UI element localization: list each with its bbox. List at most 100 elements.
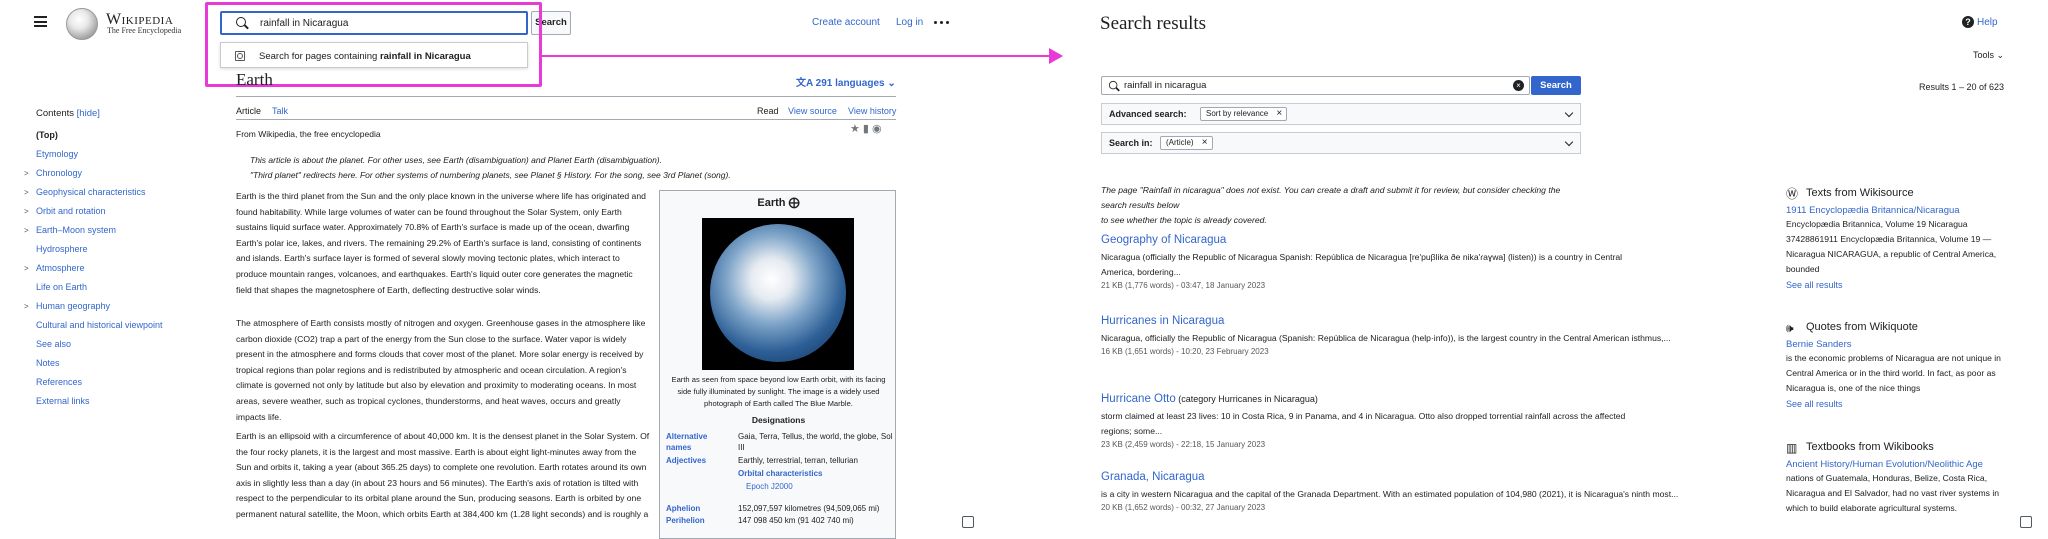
toc-item[interactable]: Notes bbox=[36, 354, 163, 373]
chevron-right-icon[interactable]: > bbox=[24, 202, 29, 221]
expand-icon[interactable] bbox=[2020, 516, 2032, 528]
chevron-right-icon[interactable]: > bbox=[24, 183, 29, 202]
page-not-exist-notice: The page "Rainfall in nicaragua" does no… bbox=[1101, 185, 1561, 225]
infobox-key: Adjectives bbox=[666, 456, 707, 465]
sister-project-box: ▥ Textbooks from Wikibooks Ancient History… bbox=[1786, 440, 2006, 516]
tab-read[interactable]: Read bbox=[757, 106, 779, 116]
sister-result-link[interactable]: Bernie Sanders bbox=[1786, 339, 2006, 350]
sort-chip[interactable]: Sort by relevance bbox=[1200, 107, 1288, 121]
sister-project-name: Texts from Wikisource bbox=[1806, 187, 1914, 199]
results-search-input[interactable]: rainfall in nicaragua × bbox=[1101, 76, 1530, 95]
tab-view-source[interactable]: View source bbox=[788, 106, 837, 116]
sister-result-link[interactable]: 1911 Encyclopædia Britannica/Nicaragua bbox=[1786, 205, 2006, 216]
result-meta: 23 KB (2,459 words) - 22:18, 15 January … bbox=[1101, 440, 1266, 449]
clear-icon[interactable]: × bbox=[1513, 80, 1524, 91]
toc-item[interactable]: Hydrosphere bbox=[36, 240, 163, 259]
result-meta: 21 KB (1,776 words) - 03:47, 18 January … bbox=[1101, 281, 1266, 290]
search-result: Granada, Nicaragua is a city in western N… bbox=[1101, 470, 1701, 512]
result-snippet: Nicaragua (officially the Republic of Ni… bbox=[1101, 252, 1623, 277]
sister-project-heading: ▥ Textbooks from Wikibooks bbox=[1786, 440, 2006, 455]
toc-item[interactable]: > Geophysical characteristics bbox=[24, 183, 163, 202]
earth-image[interactable] bbox=[702, 218, 854, 370]
toc-item-label: Hydrosphere bbox=[36, 244, 88, 254]
chevron-down-icon[interactable] bbox=[1564, 137, 1574, 147]
hatnote-2: "Third planet" redirects here. For other… bbox=[250, 170, 731, 180]
infobox-value: Gaia, Terra, Tellus, the world, the glob… bbox=[738, 432, 893, 452]
infobox: Earth ⨁ Earth as seen from space beyond … bbox=[659, 190, 896, 539]
paragraph-1: Earth is the third planet from the Sun a… bbox=[236, 191, 646, 295]
wikibooks-icon: ▥ bbox=[1786, 441, 1798, 455]
sister-project-box: Ⓦ Texts from Wikisource 1911 Encyclopædia … bbox=[1786, 186, 2006, 290]
toc-item[interactable]: Cultural and historical viewpoint bbox=[36, 316, 163, 335]
help-icon[interactable]: ? bbox=[1962, 16, 1974, 28]
result-meta: 20 KB (1,652 words) - 00:32, 27 January … bbox=[1101, 503, 1266, 512]
infobox-value: Earthly, terrestrial, terran, tellurian bbox=[738, 456, 858, 465]
search-result: Hurricane Otto (category Hurricanes in N… bbox=[1101, 392, 1701, 449]
chevron-down-icon[interactable] bbox=[1564, 108, 1574, 118]
result-title[interactable]: Granada, Nicaragua bbox=[1101, 470, 1701, 485]
toc-item[interactable]: Life on Earth bbox=[36, 278, 163, 297]
toc-item[interactable]: Etymology bbox=[36, 145, 163, 164]
annotation-arrow bbox=[542, 55, 1052, 57]
toc-item-label: Etymology bbox=[36, 149, 79, 159]
namespace-chip[interactable]: (Article) bbox=[1160, 136, 1213, 150]
toc-item-label: Notes bbox=[36, 358, 60, 368]
hatnote: This article is about the planet. For ot… bbox=[250, 153, 810, 183]
main-menu-icon[interactable] bbox=[34, 16, 47, 27]
advanced-search-bar[interactable]: Advanced search: Sort by relevance bbox=[1101, 103, 1581, 125]
toc-item[interactable]: > Orbit and rotation bbox=[24, 202, 163, 221]
toc-item[interactable]: See also bbox=[36, 335, 163, 354]
see-all-results-link[interactable]: See all results bbox=[1786, 280, 2006, 290]
toc-item-label: External links bbox=[36, 396, 90, 406]
chevron-right-icon[interactable]: > bbox=[24, 221, 29, 240]
results-search-button[interactable]: Search bbox=[1531, 76, 1581, 95]
tools-menu[interactable]: Tools ⌄ bbox=[1973, 50, 2004, 61]
status-icons: ★ ▮ ◉ bbox=[850, 123, 882, 135]
toc-item[interactable]: > Human geography bbox=[24, 297, 163, 316]
tab-talk[interactable]: Talk bbox=[272, 106, 288, 116]
paragraph-2: The atmosphere of Earth consists mostly … bbox=[236, 318, 646, 422]
sister-result-link[interactable]: Ancient History/Human Evolution/Neolithi… bbox=[1786, 459, 2006, 470]
sister-result-snippet: is the economic problems of Nicaragua ar… bbox=[1786, 353, 2001, 393]
sister-result-snippet: nations of Guatemala, Honduras, Belize, … bbox=[1786, 473, 2000, 513]
see-all-results-link[interactable]: See all results bbox=[1786, 399, 2006, 409]
create-account-link[interactable]: Create account bbox=[812, 17, 880, 28]
infobox-caption: Earth as seen from space beyond low Eart… bbox=[671, 375, 886, 408]
expand-icon[interactable] bbox=[962, 516, 974, 528]
toc-item[interactable]: External links bbox=[36, 392, 163, 411]
toc-item[interactable]: References bbox=[36, 373, 163, 392]
earth-globe-graphic bbox=[710, 224, 846, 362]
sister-project-name: Textbooks from Wikibooks bbox=[1806, 441, 1934, 453]
result-title[interactable]: Hurricanes in Nicaragua bbox=[1101, 314, 1701, 329]
result-snippet: is a city in western Nicaragua and the c… bbox=[1101, 489, 1679, 499]
tagline: The Free Encyclopedia bbox=[107, 26, 182, 35]
chevron-right-icon[interactable]: > bbox=[24, 297, 29, 316]
toc-item-label: Cultural and historical viewpoint bbox=[36, 320, 163, 330]
toc-item-label: References bbox=[36, 377, 83, 387]
toc-item[interactable]: > Earth–Moon system bbox=[24, 221, 163, 240]
toc-item-label: See also bbox=[36, 339, 72, 349]
wikiquote-icon: 🕪 bbox=[1786, 321, 1794, 335]
toc-item-label: Human geography bbox=[36, 301, 111, 311]
toc-item[interactable]: > Chronology bbox=[24, 164, 163, 183]
results-query-text: rainfall in nicaragua bbox=[1124, 80, 1207, 91]
result-title[interactable]: Hurricane Otto (category Hurricanes in N… bbox=[1101, 392, 1701, 407]
chevron-right-icon[interactable]: > bbox=[24, 164, 29, 183]
log-in-link[interactable]: Log in bbox=[896, 17, 923, 28]
infobox-value: Orbital characteristics bbox=[738, 469, 823, 478]
tab-article[interactable]: Article bbox=[236, 106, 261, 116]
more-options-icon[interactable] bbox=[934, 21, 949, 24]
language-button[interactable]: 文A 291 languages ⌄ bbox=[796, 74, 896, 89]
infobox-designations: Designations bbox=[751, 415, 806, 425]
result-title[interactable]: Geography of Nicaragua bbox=[1101, 233, 1701, 248]
toc-hide-link[interactable]: [hide] bbox=[77, 108, 100, 119]
infobox-key: Perihelion bbox=[666, 516, 705, 525]
wikipedia-globe-logo[interactable] bbox=[66, 8, 98, 40]
toc-item[interactable]: (Top) bbox=[36, 126, 163, 145]
search-in-bar[interactable]: Search in: (Article) bbox=[1101, 132, 1581, 154]
toc-item-label: Geophysical characteristics bbox=[36, 187, 146, 197]
chevron-right-icon[interactable]: > bbox=[24, 259, 29, 278]
toc-item[interactable]: > Atmosphere bbox=[24, 259, 163, 278]
tab-view-history[interactable]: View history bbox=[848, 106, 896, 116]
help-link[interactable]: Help bbox=[1977, 17, 1998, 28]
